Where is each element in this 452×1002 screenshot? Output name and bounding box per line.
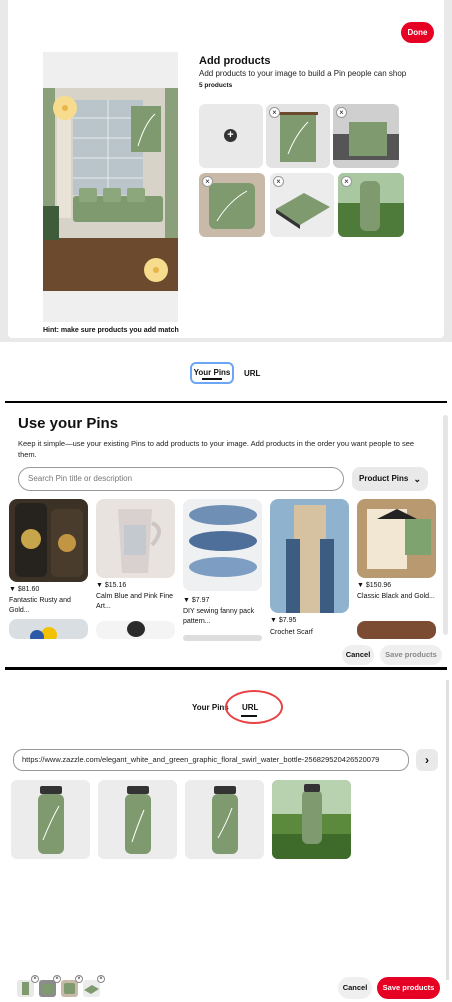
product-tile[interactable]: × — [199, 173, 265, 237]
pin-image-partial[interactable] — [183, 635, 262, 641]
pin-preview-image — [43, 88, 178, 291]
product-tile[interactable]: × — [333, 104, 399, 168]
chevron-down-icon: ⌄ — [413, 474, 421, 484]
selected-product-thumb[interactable]: × — [83, 975, 105, 997]
hint-text: Hint: make sure products you add match — [43, 327, 179, 334]
selected-product-thumb[interactable]: × — [61, 975, 83, 997]
product-tile[interactable]: × — [338, 173, 404, 237]
pin-title: Classic Black and Gold... — [357, 593, 435, 600]
add-by-url-panel: Your Pins URL https://www.zazzle.com/ele… — [0, 670, 452, 999]
add-products-title: Add products — [199, 55, 271, 67]
pin-price: $15.16 — [104, 582, 127, 589]
price-tag-icon: ▼ — [357, 582, 364, 589]
price-tag-icon: ▼ — [9, 586, 16, 593]
remove-product-icon[interactable]: × — [97, 975, 105, 983]
pin-image — [357, 499, 436, 578]
remove-product-icon[interactable]: × — [269, 107, 280, 118]
pin-title: Fantastic Rusty and Gold... — [9, 597, 71, 614]
pins-scrollbar[interactable] — [443, 415, 448, 635]
pin-price: $150.96 — [365, 582, 392, 589]
pin-image-partial[interactable] — [9, 619, 88, 639]
save-products-button[interactable]: Save products — [377, 977, 440, 999]
pin-price: $7.95 — [278, 617, 297, 624]
cancel-button[interactable]: Cancel — [338, 977, 372, 999]
url-product-image[interactable] — [185, 780, 264, 859]
pin-title: DIY sewing fanny pack pattern... — [183, 608, 255, 625]
tab-your-pins[interactable]: Your Pins — [192, 703, 229, 712]
product-pins-label: Product Pins — [359, 474, 409, 483]
divider — [5, 401, 447, 403]
pin-title: Crochet Scarf — [270, 629, 313, 636]
remove-product-icon[interactable]: × — [31, 975, 39, 983]
url-input[interactable]: https://www.zazzle.com/elegant_white_and… — [13, 749, 409, 771]
done-button[interactable]: Done — [401, 22, 434, 43]
price-tag-icon: ▼ — [183, 597, 190, 604]
remove-product-icon[interactable]: × — [341, 176, 352, 187]
save-products-button-disabled[interactable]: Save products — [380, 645, 442, 665]
cancel-button[interactable]: Cancel — [342, 645, 374, 665]
price-tag-icon: ▼ — [96, 582, 103, 589]
tab-your-pins-label: Your Pins — [193, 368, 231, 377]
use-pins-heading: Use your Pins — [18, 415, 119, 432]
pin-image-partial[interactable] — [357, 621, 436, 639]
product-tile[interactable]: × — [270, 173, 334, 237]
tab-url[interactable]: URL — [244, 369, 260, 378]
product-tile[interactable]: × — [266, 104, 330, 168]
remove-product-icon[interactable]: × — [202, 176, 213, 187]
url-panel-scrollbar[interactable] — [446, 680, 449, 980]
tab-your-pins[interactable]: Your Pins — [190, 362, 234, 384]
remove-product-icon[interactable]: × — [53, 975, 61, 983]
add-products-subtitle: Add products to your image to build a Pi… — [199, 69, 407, 78]
selected-product-thumb[interactable]: × — [17, 975, 39, 997]
add-products-panel: Done Hint: make sure products you add ma… — [0, 0, 452, 342]
use-pins-description: Keep it simple—use your existing Pins to… — [18, 439, 415, 459]
pin-image-partial[interactable] — [96, 621, 175, 639]
remove-product-icon[interactable]: × — [336, 107, 347, 118]
plus-icon: + — [224, 129, 237, 142]
chevron-right-icon[interactable]: › — [416, 749, 438, 771]
active-tab-underline — [202, 378, 222, 380]
url-product-image[interactable] — [98, 780, 177, 859]
pin-price: $7.97 — [191, 597, 210, 604]
pin-image — [183, 499, 262, 591]
remove-product-icon[interactable]: × — [273, 176, 284, 187]
pin-image — [9, 499, 88, 582]
use-your-pins-panel: Your Pins URL Use your Pins Keep it simp… — [0, 345, 452, 670]
remove-product-icon[interactable]: × — [75, 975, 83, 983]
price-tag-icon: ▼ — [270, 617, 277, 624]
product-count: 5 products — [199, 82, 233, 89]
pin-image — [96, 499, 175, 578]
add-product-tile[interactable]: + — [199, 104, 263, 168]
url-product-image[interactable] — [272, 780, 351, 859]
pin-search-input[interactable]: Search Pin title or description — [18, 467, 344, 491]
pin-price: $81.60 — [17, 586, 40, 593]
url-product-image[interactable] — [11, 780, 90, 859]
selected-product-thumb[interactable]: × — [39, 975, 61, 997]
pin-title: Calm Blue and Pink Fine Art... — [96, 593, 174, 610]
annotation-circle — [225, 690, 283, 724]
product-pins-dropdown[interactable]: Product Pins ⌄ — [352, 467, 428, 491]
pin-image — [270, 499, 349, 613]
